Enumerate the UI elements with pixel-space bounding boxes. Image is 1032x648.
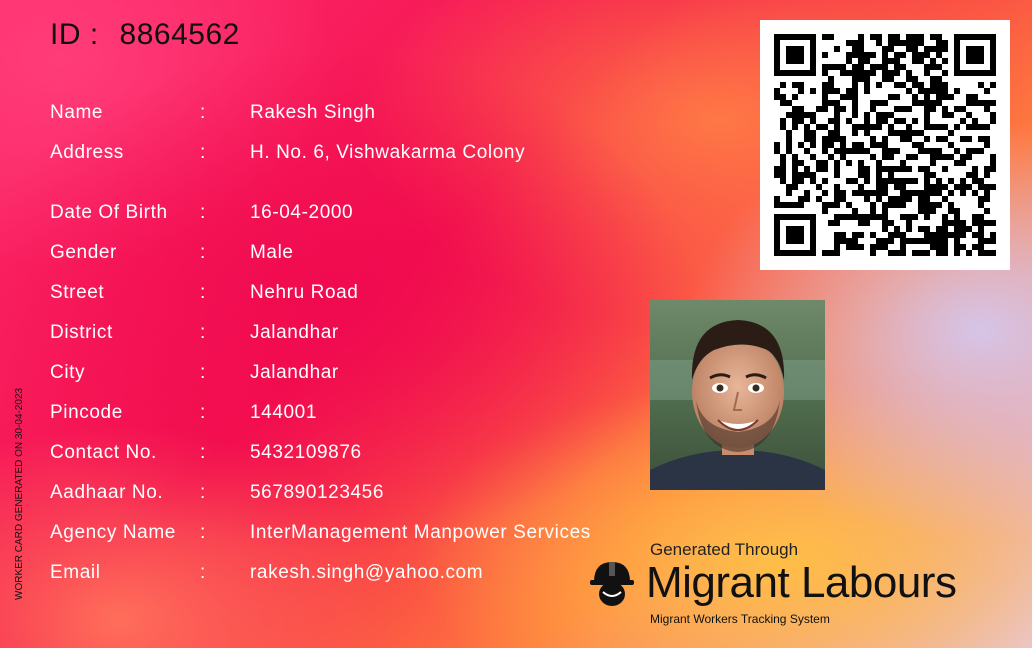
field-colon: :	[200, 362, 206, 383]
field-agency-name: Agency Name : InterManagement Manpower S…	[50, 518, 591, 548]
field-colon: :	[200, 242, 206, 263]
field-aadhaar-no: Aadhaar No. : 567890123456	[50, 478, 384, 508]
field-value: Rakesh Singh	[250, 102, 376, 123]
field-value: 567890123456	[250, 482, 385, 503]
brand-tagline: Migrant Workers Tracking System	[650, 612, 830, 626]
field-district: District : Jalandhar	[50, 318, 339, 348]
field-value: InterManagement Manpower Services	[250, 522, 591, 543]
field-colon: :	[200, 442, 206, 463]
worker-photo	[650, 300, 825, 490]
id-label: ID :	[50, 18, 99, 51]
generated-through-label: Generated Through	[650, 540, 799, 559]
field-colon: :	[200, 402, 206, 423]
field-colon: :	[200, 562, 206, 583]
field-value: Nehru Road	[250, 282, 359, 303]
field-label: Email	[50, 562, 101, 583]
qr-code-graphic	[774, 34, 996, 256]
hard-hat-worker-icon	[588, 558, 636, 614]
field-colon: :	[200, 142, 206, 163]
field-label: Aadhaar No.	[50, 482, 164, 503]
field-value: 5432109876	[250, 442, 362, 463]
field-contact-no: Contact No. : 5432109876	[50, 438, 362, 468]
field-date-of-birth: Date Of Birth : 16-04-2000	[50, 198, 353, 228]
field-street: Street : Nehru Road	[50, 278, 358, 308]
field-label: Name	[50, 102, 104, 123]
id-value: 8864562	[119, 18, 240, 51]
branding: Generated Through Migrant Labours Migran…	[588, 540, 1018, 635]
field-colon: :	[200, 322, 206, 343]
avatar	[650, 300, 825, 490]
field-label: Agency Name	[50, 522, 176, 543]
brand-name: Migrant Labours	[646, 558, 957, 607]
field-label: Date Of Birth	[50, 202, 168, 223]
field-colon: :	[200, 202, 206, 223]
field-value: rakesh.singh@yahoo.com	[250, 562, 484, 583]
field-value: 144001	[250, 402, 318, 423]
worker-id-card: ID : 8864562 Name : Rakesh Singh Address…	[0, 0, 1032, 648]
field-email: Email : rakesh.singh@yahoo.com	[50, 558, 483, 588]
field-label: District	[50, 322, 113, 343]
field-name: Name : Rakesh Singh	[50, 98, 376, 128]
field-label: Street	[50, 282, 105, 303]
field-label: Gender	[50, 242, 117, 263]
field-value: Jalandhar	[250, 362, 339, 383]
field-colon: :	[200, 102, 206, 123]
qr-code-icon	[760, 20, 1010, 270]
field-city: City : Jalandhar	[50, 358, 339, 388]
field-pincode: Pincode : 144001	[50, 398, 317, 428]
field-label: Pincode	[50, 402, 123, 423]
field-gender: Gender : Male	[50, 238, 294, 268]
field-label: Contact No.	[50, 442, 157, 463]
field-address: Address : H. No. 6, Vishwakarma Colony	[50, 138, 525, 168]
field-colon: :	[200, 522, 206, 543]
field-value: Male	[250, 242, 294, 263]
generated-date-note: WORKER CARD GENERATED ON 30-04-2023	[14, 387, 25, 600]
field-value: H. No. 6, Vishwakarma Colony	[250, 142, 526, 163]
field-colon: :	[200, 482, 206, 503]
field-value: 16-04-2000	[250, 202, 354, 223]
qr-modules	[774, 34, 996, 256]
worker-id: ID : 8864562	[50, 18, 240, 52]
field-label: City	[50, 362, 86, 383]
field-colon: :	[200, 282, 206, 303]
field-value: Jalandhar	[250, 322, 339, 343]
field-label: Address	[50, 142, 124, 163]
